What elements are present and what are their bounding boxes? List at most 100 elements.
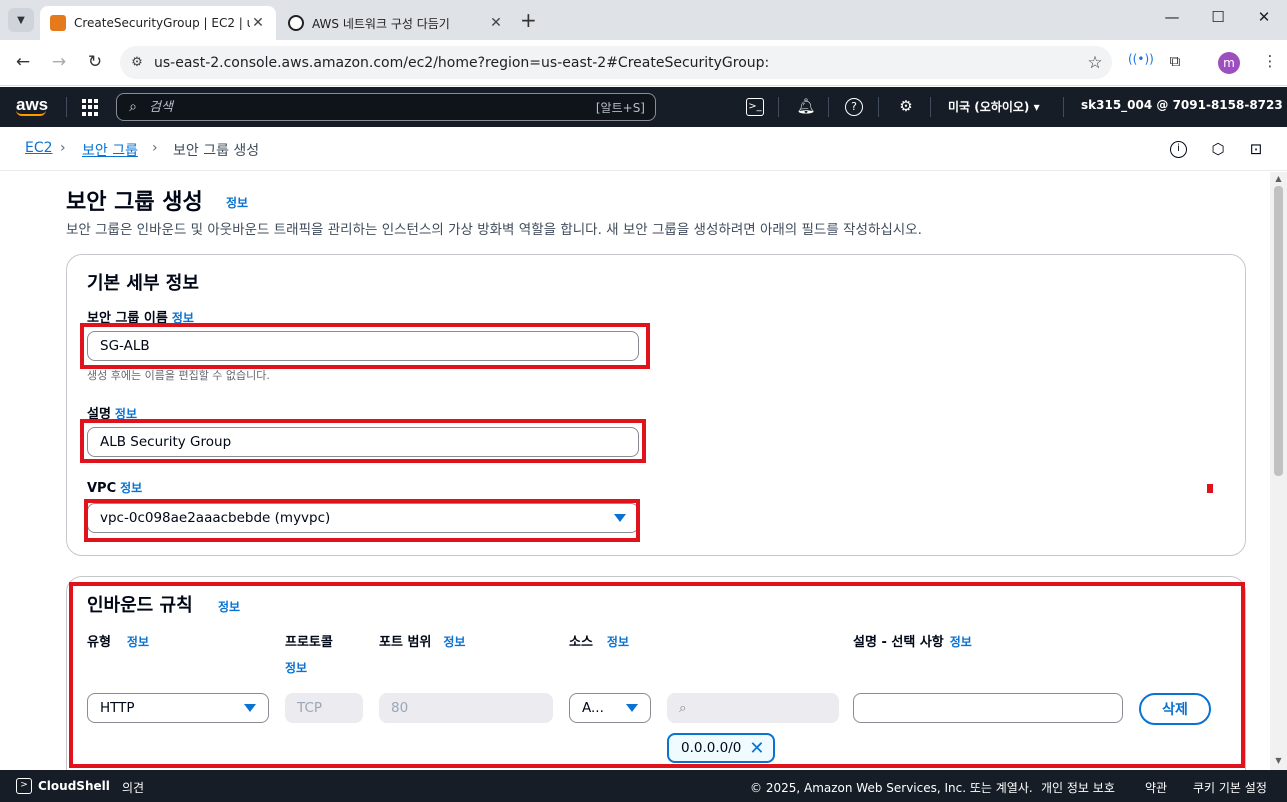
sg-name-info-link[interactable]: 정보 [172, 311, 194, 325]
aws-logo-text: aws [16, 95, 49, 114]
feedback-screen-icon[interactable]: ⊡ [1246, 140, 1266, 160]
copyright-text: © 2025, Amazon Web Services, Inc. 또는 계열사… [750, 781, 1033, 795]
cloudshell-icon[interactable]: >_ [746, 98, 764, 116]
page-scrollbar[interactable]: ▲ ▼ [1270, 172, 1287, 770]
description-input[interactable]: ALB Security Group [87, 427, 639, 457]
divider [930, 97, 931, 117]
col-type-header: 유형 정보 [87, 631, 149, 650]
source-info-link[interactable]: 정보 [607, 635, 629, 649]
account-label: sk315_004 @ 7091-8158-8723 [1081, 98, 1283, 112]
divider [1063, 97, 1064, 117]
minimize-icon[interactable]: — [1157, 8, 1187, 26]
cookie-preferences-link[interactable]: 쿠키 기본 설정 [1193, 779, 1267, 796]
rule-type-select[interactable]: HTTP [87, 693, 269, 723]
back-icon[interactable]: ← [12, 52, 34, 72]
account-menu[interactable]: sk315_004 @ 7091-8158-8723 ▾ [1081, 98, 1287, 112]
maximize-icon[interactable]: ☐ [1203, 8, 1233, 26]
services-grid-icon[interactable] [82, 99, 99, 116]
security-hexagon-icon[interactable]: ⬡ [1208, 140, 1228, 160]
aws-logo[interactable]: aws [16, 95, 48, 116]
browser-tab-active[interactable]: CreateSecurityGroup | EC2 | us ✕ [40, 6, 276, 40]
site-settings-icon[interactable]: ⚙ [120, 55, 154, 70]
settings-gear-icon[interactable]: ⚙ [895, 97, 917, 117]
caret-down-icon [244, 704, 256, 712]
col-protocol-header: 프로토콜 [285, 635, 333, 650]
forward-icon[interactable]: → [48, 52, 70, 72]
page-title: 보안 그룹 생성 [66, 190, 203, 215]
rule-source-search[interactable]: ⌕ [667, 693, 839, 723]
cloudshell-icon: > [16, 778, 32, 794]
sg-name-input[interactable]: SG-ALB [87, 331, 639, 361]
tab-search-button[interactable]: ▼ [8, 8, 34, 32]
aws-search-box[interactable]: ⌕ [알트+S] [116, 93, 656, 121]
vpc-select-value: vpc-0c098ae2aaacbebde (myvpc) [100, 510, 331, 526]
port-info-link[interactable]: 정보 [443, 635, 465, 649]
url-omnibox[interactable]: ⚙ us-east-2.console.aws.amazon.com/ec2/h… [120, 46, 1112, 79]
new-tab-icon[interactable]: + [520, 8, 537, 32]
scroll-up-icon[interactable]: ▲ [1270, 174, 1287, 183]
rule-source-value: A... [582, 700, 604, 716]
type-info-link[interactable]: 정보 [127, 635, 149, 649]
chevron-right-icon: › [60, 140, 66, 156]
close-window-icon[interactable]: ✕ [1249, 8, 1279, 26]
description-col-info-link[interactable]: 정보 [950, 635, 972, 649]
col-description-header: 설명 - 선택 사항 정보 [853, 631, 972, 650]
page-info-link[interactable]: 정보 [226, 194, 248, 211]
sg-name-hint: 생성 후에는 이름을 편집할 수 없습니다. [87, 369, 270, 382]
feedback-link[interactable]: 의견 [122, 779, 144, 796]
inbound-info-link[interactable]: 정보 [218, 598, 240, 615]
scroll-down-icon[interactable]: ▼ [1270, 756, 1287, 765]
cloudshell-link[interactable]: CloudShell [38, 779, 110, 793]
red-marker [1207, 484, 1213, 493]
caret-down-icon [626, 704, 638, 712]
rule-type-value: HTTP [100, 700, 135, 716]
rule-description-input[interactable] [853, 693, 1123, 723]
vpc-info-link[interactable]: 정보 [120, 481, 142, 495]
caret-down-icon [614, 514, 626, 522]
basic-details-card: 기본 세부 정보 보안 그룹 이름 정보 SG-ALB 생성 후에는 이름을 편집… [66, 254, 1246, 556]
vpc-select[interactable]: vpc-0c098ae2aaacbebde (myvpc) [87, 503, 639, 533]
close-tab-icon[interactable]: ✕ [488, 15, 504, 31]
profile-avatar[interactable]: m [1218, 52, 1240, 74]
col-source-header: 소스 정보 [569, 631, 629, 650]
rule-source-select[interactable]: A... [569, 693, 651, 723]
search-icon: ⌕ [129, 99, 137, 115]
breadcrumb-security-groups[interactable]: 보안 그룹 [82, 140, 138, 160]
terms-link[interactable]: 약관 [1145, 779, 1167, 796]
divider [66, 97, 67, 117]
protocol-info-link[interactable]: 정보 [285, 659, 307, 676]
divider [778, 97, 779, 117]
chatgpt-favicon-icon [288, 15, 304, 31]
delete-rule-button[interactable]: 삭제 [1139, 693, 1211, 725]
extension-icon[interactable]: ((•)) [1128, 52, 1154, 66]
console-footer: > CloudShell 의견 © 2025, Amazon Web Servi… [0, 770, 1287, 802]
remove-token-icon[interactable]: ✕ [749, 738, 764, 759]
breadcrumb-current: 보안 그룹 생성 [173, 143, 260, 159]
search-shortcut: [알트+S] [595, 100, 645, 115]
extensions-puzzle-icon[interactable]: ⧉ [1163, 52, 1187, 70]
browser-tabstrip: ▼ CreateSecurityGroup | EC2 | us ✕ AWS 네… [0, 0, 1287, 40]
search-icon: ⌕ [679, 700, 687, 716]
rule-protocol-field: TCP [285, 693, 363, 723]
bookmark-star-icon[interactable]: ☆ [1078, 53, 1112, 73]
description-info-link[interactable]: 정보 [115, 407, 137, 421]
close-tab-icon[interactable]: ✕ [250, 15, 266, 31]
chevron-right-icon: › [152, 140, 158, 156]
browser-tab[interactable]: AWS 네트워크 구성 다듬기 ✕ [278, 6, 514, 40]
region-selector[interactable]: 미국 (오하이오) ▾ [948, 98, 1040, 115]
col-port-range-header: 포트 범위 정보 [379, 631, 465, 650]
source-cidr-text: 0.0.0.0/0 [681, 740, 742, 756]
reload-icon[interactable]: ↻ [84, 52, 106, 72]
scrollbar-thumb[interactable] [1274, 186, 1283, 476]
url-text[interactable]: us-east-2.console.aws.amazon.com/ec2/hom… [154, 55, 1078, 71]
browser-menu-icon[interactable]: ⋮ [1258, 52, 1282, 70]
description-label: 설명 정보 [87, 403, 137, 422]
privacy-link[interactable]: 개인 정보 보호 [1041, 779, 1115, 796]
breadcrumb-ec2[interactable]: EC2 [25, 140, 53, 156]
inbound-rules-card: 인바운드 규칙 정보 유형 정보 프로토콜 정보 포트 범위 정보 소스 정보 설명 … [66, 576, 1246, 770]
notifications-bell-icon[interactable]: 🔔︎ [795, 97, 817, 117]
aws-search-input[interactable] [149, 99, 586, 115]
tab-title: AWS 네트워크 구성 다듬기 [312, 16, 450, 31]
help-icon[interactable]: ? [845, 98, 863, 116]
info-panel-icon[interactable]: i [1170, 141, 1187, 158]
